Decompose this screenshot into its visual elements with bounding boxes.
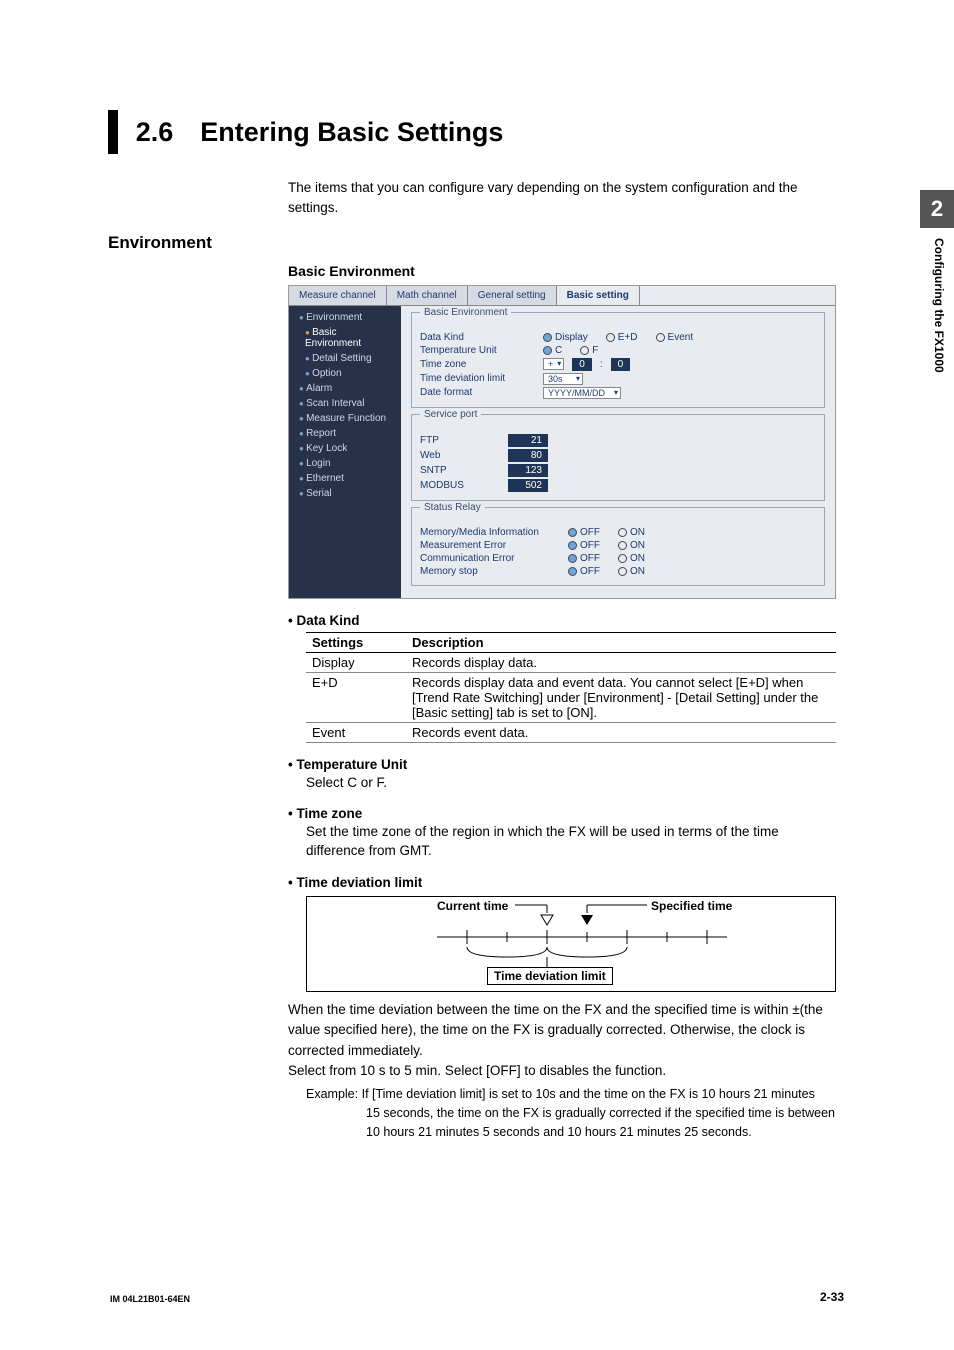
radio-celsius[interactable]: C xyxy=(543,345,562,356)
heading-basic-environment: Basic Environment xyxy=(288,263,838,279)
sidebar-item-option[interactable]: Option xyxy=(289,366,401,381)
diagram-label-tdl-box: Time deviation limit xyxy=(487,967,613,985)
diagram-label-specified-time: Specified time xyxy=(651,899,732,913)
radio-ed[interactable]: E+D xyxy=(606,332,638,343)
heading-data-kind: Data Kind xyxy=(288,613,838,628)
footer-page-number: 2-33 xyxy=(820,1290,844,1304)
radio-commerr-off[interactable]: OFF xyxy=(568,553,600,564)
radio-display[interactable]: Display xyxy=(543,332,588,343)
radio-event[interactable]: Event xyxy=(656,332,694,343)
sidebar-item-ethernet[interactable]: Ethernet xyxy=(289,471,401,486)
example-block: Example: If [Time deviation limit] is se… xyxy=(306,1085,838,1141)
time-deviation-limit-select[interactable]: 30s xyxy=(543,373,583,385)
date-format-select[interactable]: YYYY/MM/DD xyxy=(543,387,621,399)
sidebar-item-key-lock[interactable]: Key Lock xyxy=(289,441,401,456)
label-ftp: FTP xyxy=(420,435,500,446)
radio-meerr-off[interactable]: OFF xyxy=(568,540,600,551)
radio-fahrenheit[interactable]: F xyxy=(580,345,598,356)
tab-math-channel[interactable]: Math channel xyxy=(387,286,468,305)
radio-memstop-on[interactable]: ON xyxy=(618,566,645,577)
sidebar-item-detail-setting[interactable]: Detail Setting xyxy=(289,351,401,366)
tab-measure-channel[interactable]: Measure channel xyxy=(289,286,387,305)
label-date-format: Date format xyxy=(420,387,535,398)
sidebar-item-report[interactable]: Report xyxy=(289,426,401,441)
group-status-relay: Status Relay xyxy=(420,502,485,513)
data-kind-table: Settings Description DisplayRecords disp… xyxy=(306,632,836,743)
sidebar-item-environment[interactable]: Environment xyxy=(289,310,401,325)
label-time-zone: Time zone xyxy=(420,359,535,370)
diagram-label-current-time: Current time xyxy=(437,899,508,913)
para-tdl-2: Select from 10 s to 5 min. Select [OFF] … xyxy=(288,1061,838,1081)
para-temperature-unit: Select C or F. xyxy=(306,774,838,793)
group-basic-environment: Basic Environment xyxy=(420,307,511,318)
label-measurement-error: Measurement Error xyxy=(420,540,560,551)
sidebar-item-serial[interactable]: Serial xyxy=(289,486,401,501)
label-data-kind: Data Kind xyxy=(420,332,535,343)
radio-memstop-off[interactable]: OFF xyxy=(568,566,600,577)
para-time-zone: Set the time zone of the region in which… xyxy=(306,823,838,861)
sidebar-item-measure-function[interactable]: Measure Function xyxy=(289,411,401,426)
td-event: Event xyxy=(306,722,406,742)
intro-paragraph: The items that you can configure vary de… xyxy=(288,178,838,219)
sidebar-item-login[interactable]: Login xyxy=(289,456,401,471)
heading-time-deviation-limit: Time deviation limit xyxy=(288,875,838,890)
sidebar-item-alarm[interactable]: Alarm xyxy=(289,381,401,396)
radio-meerr-on[interactable]: ON xyxy=(618,540,645,551)
group-service-port: Service port xyxy=(420,409,481,420)
modbus-port-input[interactable]: 502 xyxy=(508,479,548,492)
sidebar-item-scan-interval[interactable]: Scan Interval xyxy=(289,396,401,411)
timezone-minutes-input[interactable]: 0 xyxy=(611,358,631,371)
label-time-deviation-limit: Time deviation limit xyxy=(420,373,535,384)
sntp-port-input[interactable]: 123 xyxy=(508,464,548,477)
chapter-title-side: Configuring the FX1000 xyxy=(932,238,946,373)
para-tdl-1: When the time deviation between the time… xyxy=(288,1000,838,1061)
td-ed: E+D xyxy=(306,672,406,722)
td-display: Display xyxy=(306,652,406,672)
heading-temperature-unit: Temperature Unit xyxy=(288,757,838,772)
tab-general-setting[interactable]: General setting xyxy=(468,286,557,305)
section-header: 2.6 Entering Basic Settings xyxy=(108,110,838,154)
th-settings: Settings xyxy=(306,632,406,652)
label-temperature-unit: Temperature Unit xyxy=(420,345,535,356)
timezone-sign-select[interactable]: + xyxy=(543,358,564,370)
chapter-tab: 2 xyxy=(920,190,954,228)
ftp-port-input[interactable]: 21 xyxy=(508,434,548,447)
label-memory-media-info: Memory/Media Information xyxy=(420,527,560,538)
label-sntp: SNTP xyxy=(420,465,500,476)
th-description: Description xyxy=(406,632,836,652)
settings-sidebar: Environment Basic Environment Detail Set… xyxy=(289,306,401,598)
tab-basic-setting[interactable]: Basic setting xyxy=(557,286,640,305)
label-communication-error: Communication Error xyxy=(420,553,560,564)
heading-time-zone: Time zone xyxy=(288,806,838,821)
settings-screenshot: Measure channel Math channel General set… xyxy=(288,285,836,599)
time-deviation-diagram: Current time Specified time Time deviati… xyxy=(306,896,836,992)
radio-mminfo-off[interactable]: OFF xyxy=(568,527,600,538)
heading-environment: Environment xyxy=(108,233,838,253)
web-port-input[interactable]: 80 xyxy=(508,449,548,462)
footer-doc-id: IM 04L21B01-64EN xyxy=(110,1294,190,1304)
radio-commerr-on[interactable]: ON xyxy=(618,553,645,564)
label-memory-stop: Memory stop xyxy=(420,566,560,577)
section-title: 2.6 Entering Basic Settings xyxy=(136,110,504,154)
radio-mminfo-on[interactable]: ON xyxy=(618,527,645,538)
label-modbus: MODBUS xyxy=(420,480,500,491)
sidebar-item-basic-environment[interactable]: Basic Environment xyxy=(289,325,401,351)
label-web: Web xyxy=(420,450,500,461)
timezone-hours-input[interactable]: 0 xyxy=(572,358,592,371)
